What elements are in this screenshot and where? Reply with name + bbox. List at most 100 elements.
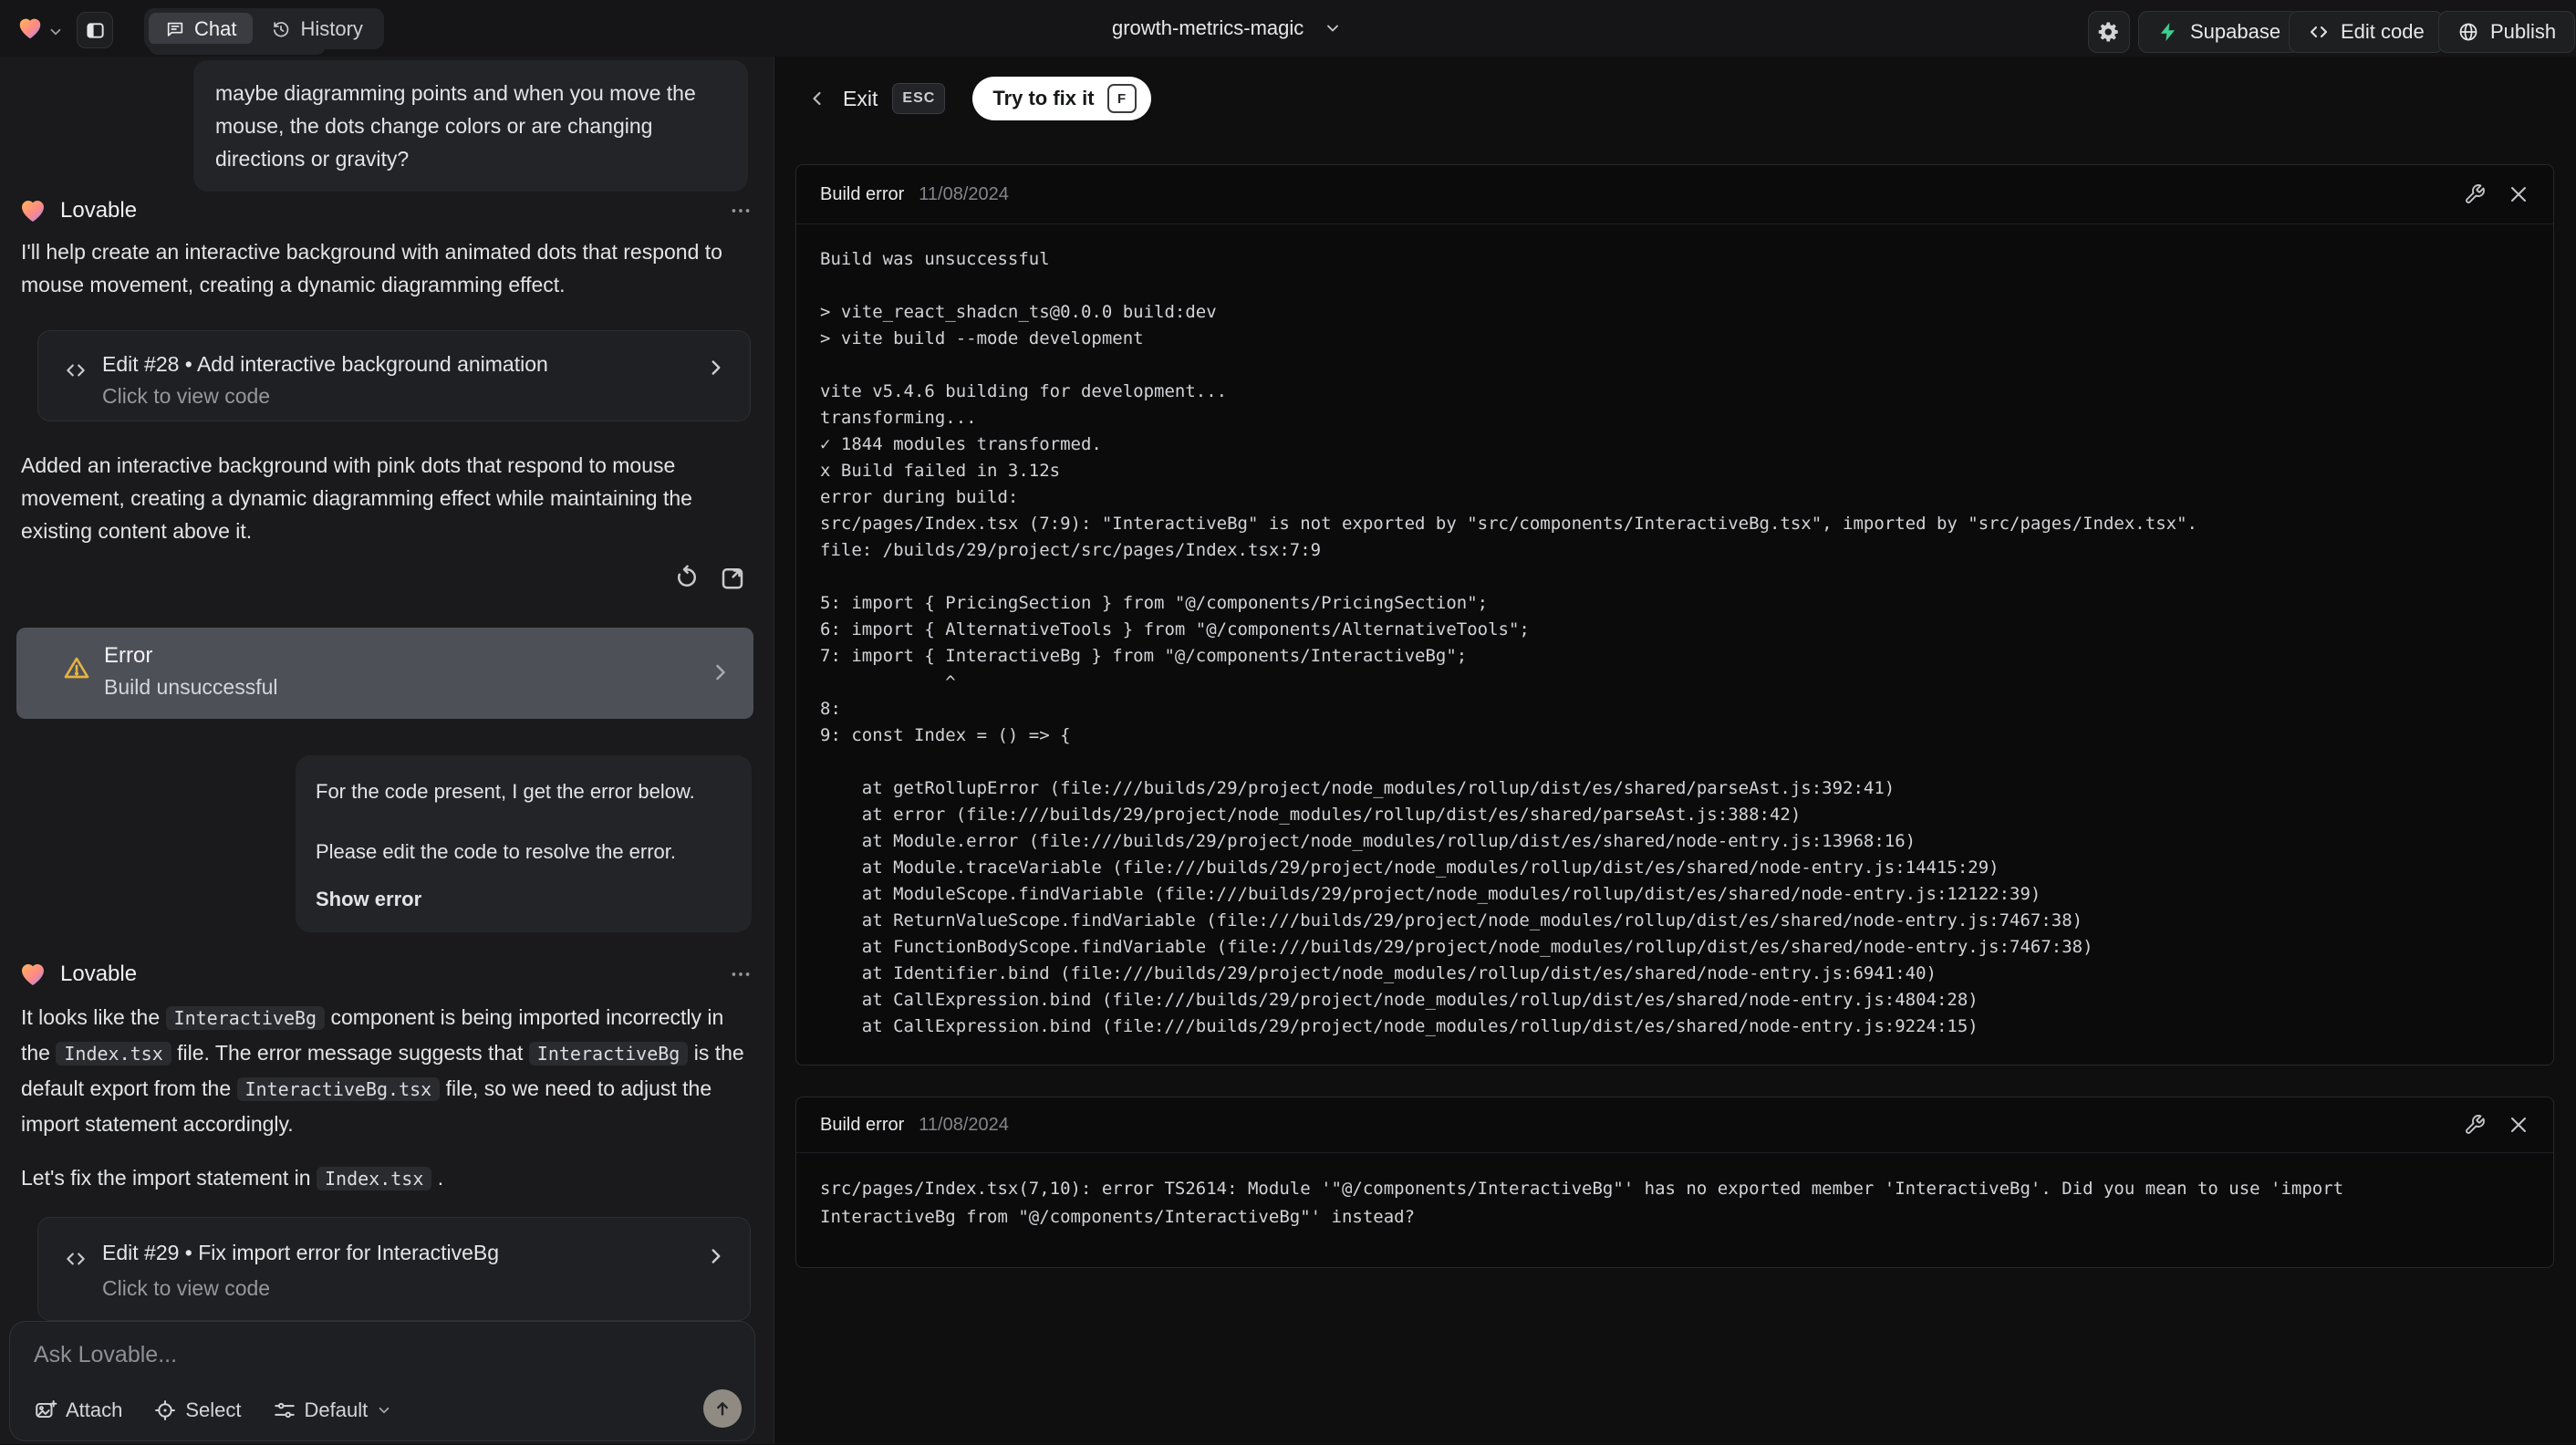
attach-button[interactable]: Attach: [34, 1398, 122, 1422]
wrench-icon[interactable]: [2464, 183, 2486, 205]
supabase-button[interactable]: Supabase: [2138, 11, 2301, 53]
edit-card-subtitle: Click to view code: [102, 1276, 271, 1300]
log-line: src/pages/Index.tsx (7:9): "InteractiveB…: [820, 514, 2197, 534]
log-line: ✓ 1844 modules transformed.: [820, 434, 1102, 454]
edit-code-button[interactable]: Edit code: [2289, 11, 2444, 53]
log-line: Build was unsuccessful: [820, 249, 1050, 269]
open-external-icon[interactable]: [719, 564, 746, 591]
log-line: at CallExpression.bind (file:///builds/2…: [820, 990, 1979, 1010]
edit-card-29[interactable]: Edit #29 • Fix import error for Interact…: [37, 1217, 751, 1321]
tab-chat[interactable]: Chat: [149, 13, 254, 45]
select-button[interactable]: Select: [153, 1398, 242, 1422]
edit-card-28[interactable]: Edit #28 • Add interactive background an…: [37, 330, 751, 421]
log-line: 5: import { PricingSection } from "@/com…: [820, 593, 1489, 613]
log-line: 9: const Index = () => {: [820, 725, 1071, 745]
user-message-line: Please edit the code to resolve the erro…: [316, 840, 677, 863]
lovable-avatar-heart-icon: [18, 960, 47, 989]
esc-key-badge: ESC: [892, 83, 946, 114]
log-line: x Build failed in 3.12s: [820, 461, 1061, 481]
composer-input[interactable]: Ask Lovable...: [34, 1342, 177, 1368]
f-key-badge: F: [1106, 84, 1137, 113]
panel-header: Build error 11/08/2024: [796, 165, 2553, 224]
log-line: src/pages/Index.tsx(7,10): error TS2614:…: [820, 1179, 2344, 1199]
close-x-icon[interactable]: [2508, 183, 2529, 205]
project-switcher[interactable]: growth-metrics-magic: [1112, 16, 1342, 40]
edit-card-subtitle: Click to view code: [102, 384, 271, 408]
text-segment: It looks like the: [21, 1005, 166, 1029]
panel-title: Build error: [820, 183, 905, 204]
send-button[interactable]: [703, 1389, 742, 1428]
assistant-closing: Let's fix the import statement in Index.…: [21, 1160, 754, 1196]
inline-code: InteractiveBg: [528, 1042, 689, 1066]
back-chevron-icon[interactable]: [806, 88, 828, 109]
tab-history-label: History: [300, 16, 363, 40]
sliders-icon: [273, 1398, 296, 1422]
show-error-link[interactable]: Show error: [316, 883, 732, 916]
brand-chevron-down-icon[interactable]: [47, 24, 64, 40]
composer: Ask Lovable... Attach Select Default: [9, 1321, 755, 1441]
message-actions: [673, 564, 746, 591]
error-card-subtitle: Build unsuccessful: [104, 675, 278, 699]
lovable-app: Chat History growth-metrics-magic Supaba…: [0, 0, 2576, 1445]
user-message: For the code present, I get the error be…: [296, 755, 752, 932]
panel-date: 11/08/2024: [919, 1114, 1009, 1135]
image-plus-icon: [34, 1398, 57, 1422]
select-label: Select: [185, 1398, 242, 1421]
publish-label: Publish: [2490, 20, 2557, 43]
log-line: 8:: [820, 699, 852, 719]
project-title: growth-metrics-magic: [1112, 16, 1304, 39]
inline-code: InteractiveBg: [165, 1006, 326, 1030]
build-error-card[interactable]: Error Build unsuccessful: [16, 628, 753, 719]
log-line: at Module.traceVariable (file:///builds/…: [820, 858, 2000, 878]
edit-code-label: Edit code: [2341, 20, 2425, 43]
supabase-bolt-icon: [2157, 21, 2179, 43]
tab-history[interactable]: History: [254, 13, 379, 45]
log-line: file: /builds/29/project/src/pages/Index…: [820, 540, 1322, 560]
sidebar-toggle-button[interactable]: [77, 12, 113, 48]
log-line: 7: import { InteractiveBg } from "@/comp…: [820, 646, 1468, 666]
close-x-icon[interactable]: [2508, 1114, 2529, 1136]
code-brackets-icon: [64, 359, 88, 382]
error-card-title: Error: [104, 643, 153, 668]
chevron-right-icon: [708, 660, 733, 685]
build-error-panel-1: Build error 11/08/2024 Build was unsucce…: [795, 164, 2554, 1066]
log-line: error during build:: [820, 487, 1019, 507]
log-line: at getRollupError (file:///builds/29/pro…: [820, 778, 1896, 798]
assistant-author: Lovable: [60, 198, 138, 223]
panel-left-icon: [85, 20, 106, 41]
mode-label: Default: [304, 1398, 369, 1421]
chat-bubble-icon: [165, 19, 185, 39]
log-line: 6: import { AlternativeTools } from "@/c…: [820, 619, 1530, 639]
wrench-icon[interactable]: [2464, 1114, 2486, 1136]
build-error-panel-2: Build error 11/08/2024 src/pages/Index.t…: [795, 1097, 2554, 1268]
log-line: at ReturnValueScope.findVariable (file:/…: [820, 910, 2083, 930]
log-line: at Module.error (file:///builds/29/proje…: [820, 831, 1916, 851]
log-line: at error (file:///builds/29/project/node…: [820, 805, 1802, 825]
exit-button[interactable]: Exit: [843, 87, 878, 111]
assistant-intro-text: I'll help create an interactive backgrou…: [21, 240, 722, 296]
assistant-summary-text: Added an interactive background with pin…: [21, 453, 692, 543]
edit-card-title: Edit #29 • Fix import error for Interact…: [102, 1241, 499, 1264]
preview-header: Exit ESC Try to fix it F: [806, 77, 1151, 120]
user-message-text: maybe diagramming points and when you mo…: [215, 81, 696, 171]
message-menu-ellipsis-icon[interactable]: [729, 199, 753, 223]
assistant-message-header: Lovable: [18, 196, 753, 225]
attach-label: Attach: [66, 1398, 123, 1421]
try-to-fix-button[interactable]: Try to fix it F: [972, 77, 1151, 120]
publish-button[interactable]: Publish: [2438, 11, 2576, 53]
lovable-logo-heart-icon[interactable]: [16, 15, 44, 42]
chevron-right-icon: [704, 356, 728, 379]
assistant-message-header: Lovable: [18, 960, 753, 989]
code-brackets-icon: [64, 1247, 88, 1271]
text-segment: Let's fix the import statement in: [21, 1166, 317, 1190]
assistant-author: Lovable: [60, 962, 138, 986]
edit-card-title: Edit #28 • Add interactive background an…: [102, 352, 548, 376]
scrolled-message-fragment: [149, 44, 326, 55]
settings-button[interactable]: [2088, 11, 2130, 53]
restore-refresh-icon[interactable]: [673, 564, 701, 591]
message-menu-ellipsis-icon[interactable]: [729, 962, 753, 986]
mode-dropdown[interactable]: Default: [273, 1398, 393, 1422]
